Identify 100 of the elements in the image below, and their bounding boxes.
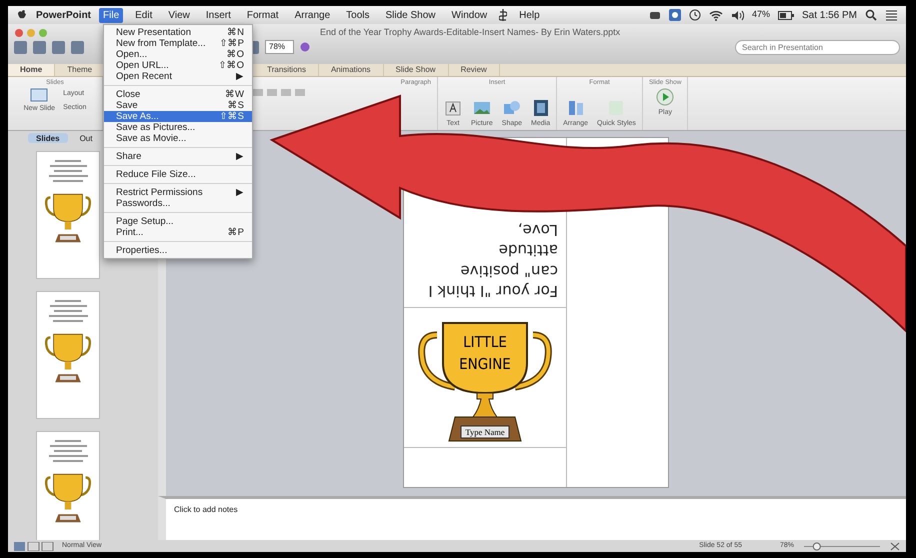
view-buttons-icon[interactable] [14, 542, 54, 550]
menu-option[interactable]: Reduce File Size... [104, 169, 252, 180]
menu-option[interactable]: Close ⌘W [104, 89, 252, 100]
apple-icon[interactable] [16, 9, 28, 21]
clock-icon[interactable] [688, 9, 701, 21]
trophy-drawing [44, 191, 92, 244]
shapes-icon[interactable] [502, 98, 521, 116]
menu-option-label: Save [116, 100, 138, 111]
search-icon[interactable] [865, 9, 877, 21]
shortcut-text: ⇧⌘S [220, 111, 244, 122]
menu-option[interactable]: New from Template... ⇧⌘P [104, 38, 252, 49]
trophy-label: LITTLE ENGINE [459, 332, 511, 372]
menu-option[interactable]: Restrict Permissions ▶ [104, 187, 252, 198]
menu-option-label: Page Setup... [116, 216, 174, 227]
menu-option-label: Passwords... [116, 198, 170, 209]
menu-option[interactable]: Properties... [104, 245, 252, 256]
app-name: PowerPoint [36, 8, 92, 22]
battery-icon[interactable] [778, 10, 794, 20]
menu-item[interactable]: View [164, 8, 194, 22]
slide-thumbnail[interactable] [36, 151, 100, 279]
menu-option[interactable]: Share ▶ [104, 151, 252, 162]
name-plate-text: Type Name [465, 426, 505, 436]
menu-icon[interactable] [885, 10, 898, 20]
ribbon-tab[interactable]: Animations [318, 64, 384, 76]
shortcut-text: ⌘W [225, 89, 244, 100]
pane-tab[interactable]: Out [72, 133, 100, 143]
battery-percentage: 47% [752, 8, 770, 22]
toolbar-new-icon[interactable] [14, 40, 27, 54]
notes-placeholder[interactable]: Click to add notes [174, 505, 238, 514]
menu-option-label: Open Recent [116, 71, 172, 82]
menu-option[interactable]: Passwords... [104, 198, 252, 209]
film-icon[interactable] [532, 98, 550, 116]
menu-option-label: Open URL... [116, 60, 169, 71]
menu-option[interactable]: Open... ⌘O [104, 49, 252, 60]
help-icon[interactable] [300, 42, 310, 52]
dollar-icon[interactable] [499, 9, 508, 21]
paragraph-tools-icon[interactable] [253, 88, 305, 97]
menu-option-label: New Presentation [116, 27, 191, 38]
text-box-icon[interactable] [444, 98, 462, 116]
ribbon-tab[interactable]: Transitions [255, 64, 319, 76]
volume-icon[interactable] [730, 10, 744, 20]
shortcut-text: ⌘P [228, 227, 244, 238]
search-field[interactable]: Search in Presentation [735, 40, 900, 54]
menu-option[interactable]: New Presentation ⌘N [104, 27, 252, 38]
arrange-icon[interactable] [566, 98, 585, 116]
menu-option[interactable]: Save ⌘S [104, 100, 252, 111]
menu-option[interactable]: Save as Movie... [104, 133, 252, 144]
ribbon-tab[interactable]: Home [8, 64, 56, 76]
play-icon[interactable] [656, 88, 674, 106]
ribbon-tab[interactable]: Slide Show [384, 64, 449, 76]
toolbar-print-icon[interactable] [71, 40, 84, 54]
clock-text[interactable]: Sat 1:56 PM [802, 8, 857, 22]
app-tray-icon[interactable] [668, 9, 681, 21]
slide-thumbnail[interactable] [36, 431, 100, 540]
ribbon-tab[interactable]: Review [448, 64, 500, 76]
slider-thumb[interactable] [812, 542, 821, 550]
menu-option[interactable]: Print... ⌘P [104, 227, 252, 238]
trophy-drawing [44, 471, 92, 524]
shortcut-text: ▶ [236, 187, 244, 198]
menu-option-label: Restrict Permissions [116, 187, 203, 198]
shortcut-text: ⌘O [226, 49, 244, 60]
menu-option[interactable]: Open URL... ⇧⌘O [104, 60, 252, 71]
pane-tab[interactable]: Slides [28, 133, 68, 143]
menu-item[interactable]: File [99, 8, 124, 22]
wifi-icon[interactable] [708, 10, 723, 20]
card-closing: Love, [516, 220, 558, 240]
menu-option-label: Save as Movie... [116, 133, 186, 144]
menu-option-label: New from Template... [116, 38, 206, 49]
fit-window-icon[interactable] [890, 542, 900, 550]
trophy-drawing [44, 331, 92, 384]
menu-item[interactable]: Format [242, 8, 283, 22]
zoom-slider[interactable] [802, 542, 882, 550]
shortcut-text: ▶ [236, 151, 244, 162]
slide-thumbnail[interactable] [36, 291, 100, 419]
menu-option[interactable]: Save as Pictures... [104, 122, 252, 133]
shortcut-text: ⌘N [227, 27, 244, 38]
menu-item[interactable]: Help [515, 8, 544, 22]
menu-option-label: Save As... [116, 111, 159, 122]
menu-item[interactable]: Edit [131, 8, 156, 22]
window-title: End of the Year Trophy Awards-Editable-Insert Names- By Erin Waters.pptx [320, 26, 620, 39]
menu-item[interactable]: Window [448, 8, 492, 22]
menu-item[interactable]: Arrange [290, 8, 334, 22]
menu-item[interactable]: Slide Show [382, 8, 440, 22]
menu-option[interactable]: Open Recent ▶ [104, 71, 252, 82]
menu-item[interactable]: Insert [202, 8, 235, 22]
toolbar-save-icon[interactable] [52, 40, 65, 54]
tray-icon[interactable] [648, 10, 661, 20]
shortcut-text: ⌘S [228, 100, 244, 111]
zoom-field[interactable]: 78% [265, 40, 294, 54]
window-controls-icon[interactable] [14, 28, 50, 38]
menu-option[interactable]: Save As... ⇧⌘S [104, 111, 252, 122]
new-slide-icon[interactable] [30, 88, 48, 102]
shortcut-text: ⇧⌘P [220, 38, 244, 49]
shortcut-text: ⇧⌘O [218, 60, 244, 71]
menu-option-label: Share [116, 151, 142, 162]
menu-option-label: Reduce File Size... [116, 169, 196, 180]
menu-item[interactable]: Tools [342, 8, 374, 22]
menu-option[interactable]: Page Setup... [104, 216, 252, 227]
toolbar-template-icon[interactable] [33, 40, 46, 54]
menu-option-label: Properties... [116, 245, 168, 256]
